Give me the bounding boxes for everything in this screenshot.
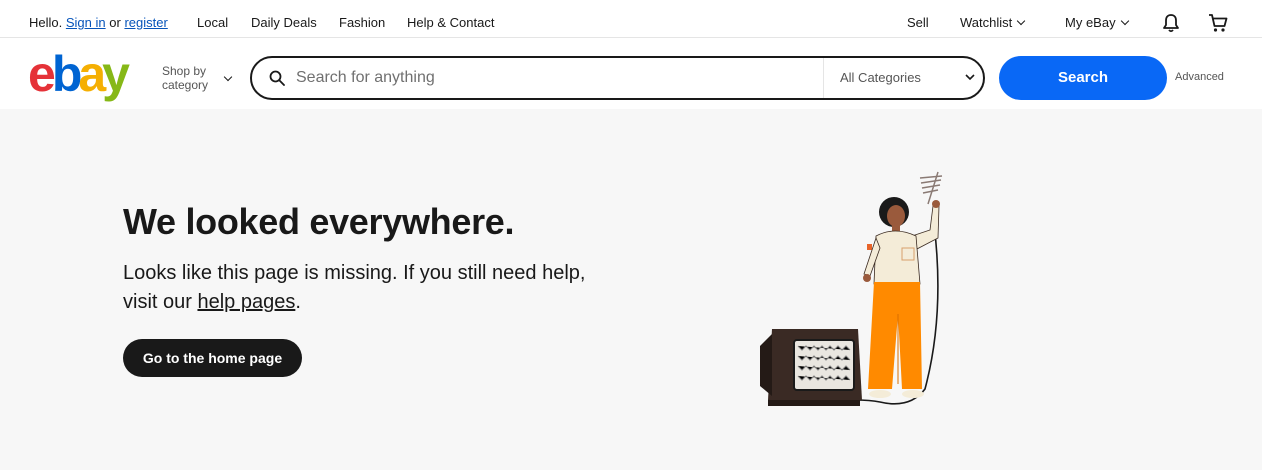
cart-icon[interactable] [1208, 13, 1228, 36]
desc-period: . [295, 291, 301, 313]
bell-icon[interactable] [1162, 13, 1180, 36]
hello-text: Hello. [29, 15, 63, 30]
advanced-search-link[interactable]: Advanced [1175, 71, 1224, 83]
home-page-button[interactable]: Go to the home page [123, 339, 302, 377]
my-ebay-menu[interactable]: My eBay [1065, 15, 1129, 30]
top-utility-bar: Hello. Sign in or register Local Daily D… [0, 0, 1262, 38]
chevron-down-icon [1017, 16, 1026, 26]
search-bar: All Categories [250, 56, 985, 100]
or-text: or [109, 15, 121, 30]
nav-local[interactable]: Local [197, 15, 228, 30]
search-input[interactable] [296, 67, 816, 89]
shop-by-line1: Shop by [162, 64, 207, 78]
nav-fashion[interactable]: Fashion [339, 15, 385, 30]
logo-letter-b: b [51, 46, 82, 102]
greeting: Hello. Sign in or register [29, 15, 168, 30]
desc-line2: visit our [123, 291, 192, 313]
watchlist-menu[interactable]: Watchlist [960, 15, 1026, 30]
sell-link[interactable]: Sell [907, 15, 929, 30]
nav-help-contact[interactable]: Help & Contact [407, 15, 494, 30]
chevron-down-icon [223, 72, 233, 82]
category-divider [823, 58, 824, 98]
register-link[interactable]: register [124, 15, 167, 30]
error-content: We looked everywhere. Looks like this pa… [0, 109, 1262, 470]
my-ebay-label: My eBay [1065, 15, 1116, 30]
logo-letter-a: a [78, 46, 106, 102]
watchlist-label: Watchlist [960, 15, 1013, 30]
nav-daily-deals[interactable]: Daily Deals [251, 15, 317, 30]
page-title: We looked everywhere. [123, 201, 515, 242]
error-description: Looks like this page is missing. If you … [123, 259, 643, 317]
ebay-logo[interactable]: ebay [28, 44, 130, 104]
desc-line1: Looks like this page is missing. If you … [123, 262, 586, 284]
search-icon [269, 70, 285, 91]
shop-by-line2: category [162, 78, 209, 92]
person-antenna-tv-illustration [750, 164, 960, 419]
sign-in-link[interactable]: Sign in [66, 15, 106, 30]
chevron-down-icon[interactable] [964, 70, 976, 88]
search-button[interactable]: Search [999, 56, 1167, 100]
category-select[interactable]: All Categories [840, 70, 921, 85]
logo-letter-y: y [102, 46, 130, 102]
help-pages-link[interactable]: help pages [197, 291, 295, 313]
chevron-down-icon [1120, 16, 1129, 26]
shop-by-category[interactable]: Shop by category [162, 64, 208, 92]
header: ebay Shop by category All Categories Sea… [0, 38, 1262, 109]
logo-letter-e: e [28, 46, 56, 102]
